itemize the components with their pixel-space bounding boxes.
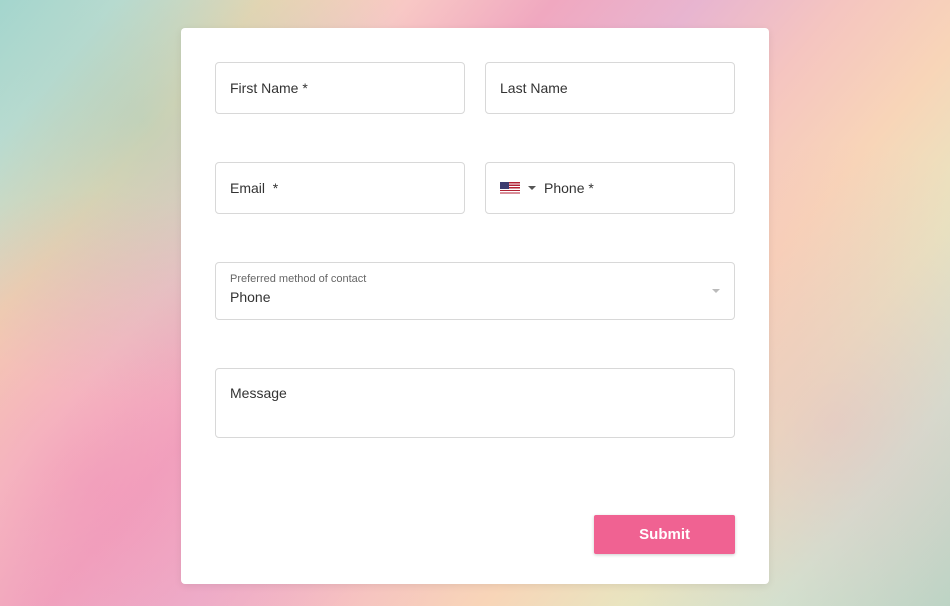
chevron-down-icon <box>528 186 536 190</box>
contact-form-card: Phone * Preferred method of contact Phon… <box>181 28 769 584</box>
preferred-contact-row: Preferred method of contact Phone <box>215 262 735 320</box>
submit-button[interactable]: Submit <box>594 515 735 554</box>
us-flag-icon <box>500 182 520 195</box>
contact-row: Phone * <box>215 162 735 214</box>
phone-input-wrapper[interactable]: Phone * <box>485 162 735 214</box>
preferred-contact-label: Preferred method of contact <box>230 273 720 285</box>
preferred-contact-value: Phone <box>230 289 270 305</box>
first-name-input[interactable] <box>215 62 465 114</box>
chevron-down-icon <box>712 289 720 293</box>
first-name-field <box>215 62 465 114</box>
form-actions: Submit <box>215 515 735 554</box>
last-name-input[interactable] <box>485 62 735 114</box>
name-row <box>215 62 735 114</box>
preferred-contact-select[interactable]: Preferred method of contact Phone <box>215 262 735 320</box>
message-textarea[interactable] <box>215 368 735 438</box>
phone-label: Phone * <box>544 180 720 196</box>
message-row <box>215 368 735 443</box>
phone-field: Phone * <box>485 162 735 214</box>
email-input[interactable] <box>215 162 465 214</box>
last-name-field <box>485 62 735 114</box>
email-field <box>215 162 465 214</box>
